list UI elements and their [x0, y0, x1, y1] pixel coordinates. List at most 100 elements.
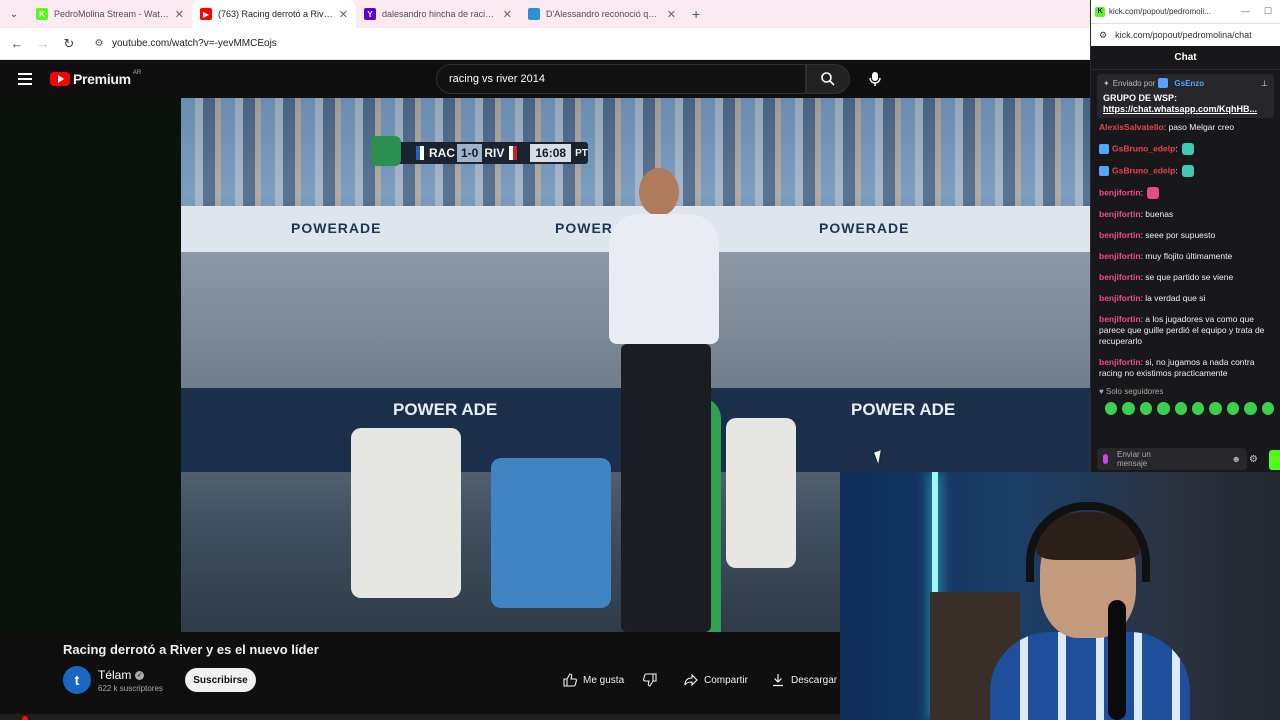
browser-tab[interactable]: K PedroMolina Stream - Watch Li ✕: [28, 0, 192, 28]
chat-username[interactable]: AlexisSalvatello: [1099, 122, 1164, 132]
chat-window-titlebar: K kick.com/popout/pedromoli... — ☐: [1091, 0, 1280, 24]
pinned-body: GRUPO DE WSP:: [1103, 93, 1178, 103]
chat-username[interactable]: benjifortin: [1099, 251, 1141, 261]
youtube-masthead: Premium AR racing vs river 2014: [0, 60, 1090, 98]
download-label: Descargar: [791, 674, 838, 686]
emote-icon[interactable]: [1244, 402, 1257, 415]
emote-icon[interactable]: [1157, 402, 1170, 415]
site-info-icon[interactable]: ⚙: [1099, 30, 1107, 41]
forward-icon[interactable]: →: [30, 36, 56, 51]
channel-avatar[interactable]: t: [63, 666, 91, 694]
chat-message: benjifortin: la verdad que si: [1099, 293, 1272, 304]
thumbs-down-icon: [643, 673, 657, 687]
chat-username[interactable]: benjifortin: [1099, 272, 1141, 282]
chat-window-url: kick.com/popout/pedromoli...: [1109, 7, 1211, 16]
search-input[interactable]: racing vs river 2014: [436, 64, 806, 94]
maximize-icon[interactable]: ☐: [1264, 6, 1272, 17]
pinned-message[interactable]: ✦ Enviado por GsEnzo ⊥ GRUPO DE WSP: htt…: [1097, 74, 1274, 118]
chat-message: benjifortin: seee por supuesto: [1099, 230, 1272, 241]
chat-text: buenas: [1145, 209, 1174, 219]
chat-username[interactable]: benjifortin: [1099, 230, 1141, 240]
emote-icon[interactable]: [1192, 402, 1205, 415]
microphone-icon: [869, 72, 881, 86]
youtube-play-icon: [50, 72, 70, 86]
like-label: Me gusta: [583, 674, 625, 686]
tab-search-chevron-icon[interactable]: ⌄: [0, 0, 28, 28]
board-ad-text: POWERADE: [819, 220, 910, 236]
heart-icon: ♥: [1099, 387, 1104, 396]
emoji-icon[interactable]: ☻: [1232, 454, 1241, 464]
chat-username[interactable]: benjifortin: [1099, 293, 1141, 303]
chat-username[interactable]: GsBruno_edelp: [1112, 143, 1175, 153]
send-button[interactable]: [1269, 450, 1280, 470]
tab-close-icon[interactable]: ✕: [667, 8, 676, 21]
screen: ⌄ K PedroMolina Stream - Watch Li ✕ ▶ (763) …: [0, 0, 1280, 720]
share-button[interactable]: Compartir: [684, 668, 748, 692]
tab-favicon-icon: Y: [364, 8, 376, 20]
chat-username[interactable]: benjifortin: [1099, 357, 1141, 367]
site-info-icon[interactable]: ⚙: [92, 37, 106, 51]
emote-icon[interactable]: [1226, 402, 1240, 415]
share-label: Compartir: [704, 674, 748, 686]
chat-username[interactable]: GsBruno_edelp: [1112, 165, 1175, 175]
emote-icon[interactable]: [1261, 402, 1275, 415]
kick-badge-icon: [1099, 166, 1109, 176]
emote-icon[interactable]: [1174, 402, 1188, 415]
address-bar: ← → ↻ ⚙ youtube.com/watch?v=-yevMMCEojs: [0, 28, 1090, 60]
chat-username[interactable]: benjifortin: [1099, 209, 1141, 219]
chat-username[interactable]: benjifortin: [1099, 314, 1141, 324]
reload-icon[interactable]: ↻: [56, 36, 82, 52]
voice-search-button[interactable]: [860, 64, 890, 94]
new-tab-button[interactable]: +: [692, 6, 700, 22]
unpin-icon[interactable]: ⊥: [1261, 79, 1268, 88]
browser-tab[interactable]: Ydalesandro hincha de racing - Y ✕: [356, 0, 520, 28]
menu-icon[interactable]: [18, 73, 32, 85]
recording-dot-icon: [22, 716, 28, 720]
tab-close-icon[interactable]: ✕: [339, 8, 348, 21]
kick-badge-icon: [1099, 144, 1109, 154]
browser-tab[interactable]: ▶ (763) Racing derrotó a River y e ✕: [192, 0, 356, 28]
back-icon[interactable]: ←: [4, 36, 30, 51]
logo-country: AR: [132, 70, 142, 76]
chat-message: benjifortin: muy flojito últimamente: [1099, 251, 1272, 262]
video-info: Racing derrotó a River y es el nuevo líd…: [0, 632, 840, 720]
chat-message: GsBruno_edelp:: [1099, 143, 1272, 155]
like-button[interactable]: Me gusta: [563, 668, 624, 692]
pinned-sender: GsEnzo: [1174, 78, 1205, 88]
search-icon: [821, 72, 835, 86]
tab-favicon-icon: ▶: [200, 8, 212, 20]
tab-close-icon[interactable]: ✕: [175, 8, 184, 21]
chat-emote-icon: [1182, 143, 1195, 155]
emote-quick-bar: [1091, 396, 1280, 415]
youtube-logo[interactable]: Premium AR: [50, 70, 142, 87]
video-title: Racing derrotó a River y es el nuevo líd…: [63, 642, 319, 657]
chat-separator: :: [1175, 143, 1181, 154]
emote-icon[interactable]: [1122, 402, 1135, 415]
chat-message-input[interactable]: Enviar un mensaje ☻: [1097, 448, 1247, 470]
url-field[interactable]: youtube.com/watch?v=-yevMMCEojs: [112, 38, 277, 49]
dislike-button[interactable]: [643, 668, 657, 692]
flag-icon: [416, 146, 424, 160]
wall-ad-text: POWER ADE: [851, 400, 956, 419]
tab-title: dalesandro hincha de racing - Y: [382, 9, 497, 19]
chat-popout-window: K kick.com/popout/pedromoli... — ☐ ⚙ kic…: [1090, 0, 1280, 472]
subscribe-button[interactable]: Suscribirse: [185, 668, 256, 692]
flag-icon: [509, 146, 518, 160]
minimize-icon[interactable]: —: [1241, 6, 1250, 17]
chat-input-placeholder: Enviar un mensaje: [1117, 450, 1151, 468]
chat-settings-gear-icon[interactable]: ⚙: [1249, 454, 1258, 465]
download-button[interactable]: Descargar: [771, 668, 837, 692]
emote-icon[interactable]: [1209, 402, 1222, 415]
tab-close-icon[interactable]: ✕: [503, 8, 512, 21]
browser-tab[interactable]: D'Alessandro reconoció que es ✕: [520, 0, 684, 28]
search-button[interactable]: [806, 64, 850, 94]
chat-url-field[interactable]: kick.com/popout/pedromolina/chat: [1115, 30, 1252, 40]
streaming-microphone: [1108, 600, 1126, 720]
pinned-link[interactable]: https://chat.whatsapp.com/KqhHB...: [1103, 104, 1268, 114]
chat-emote-icon: [1182, 165, 1195, 177]
emote-icon[interactable]: [1139, 402, 1153, 415]
wall-ad-text: POWER ADE: [393, 400, 498, 419]
emote-icon[interactable]: [1105, 402, 1118, 415]
chat-username[interactable]: benjifortin: [1099, 187, 1141, 197]
channel-name-row[interactable]: Télam ✓: [98, 668, 145, 682]
